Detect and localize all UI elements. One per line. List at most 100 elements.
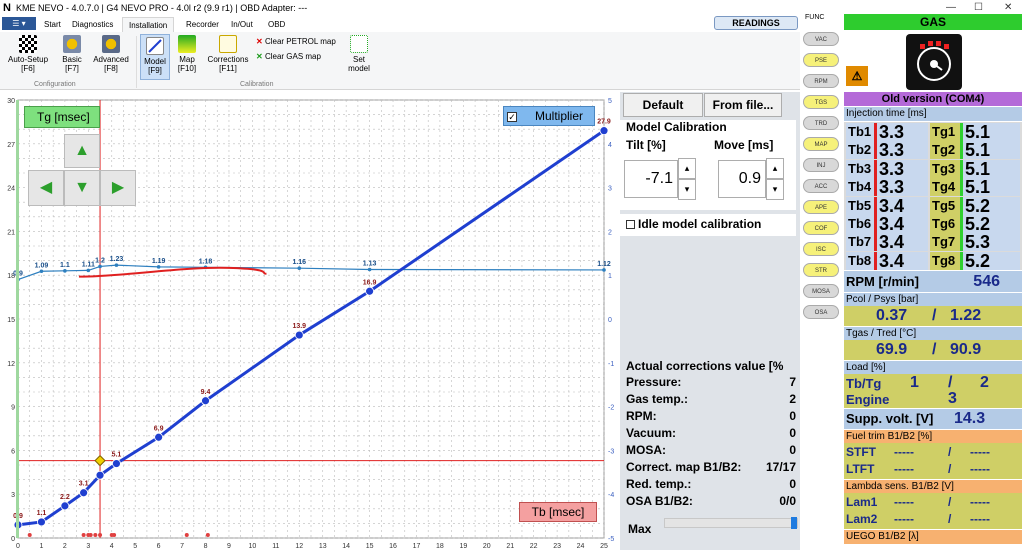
map-icon — [178, 35, 196, 53]
left-tick-label: 30 — [7, 98, 15, 105]
tb-label: Tb6 — [846, 215, 874, 233]
func-button-osa[interactable]: OSA — [803, 305, 839, 319]
func-button-map[interactable]: MAP — [803, 137, 839, 151]
func-button-vac[interactable]: VAC — [803, 32, 839, 46]
pcol-slash: / — [932, 307, 937, 324]
gear-icon — [63, 35, 81, 53]
tab-in-out[interactable]: In/Out — [225, 17, 259, 32]
rpm-label: RPM [r/min] — [846, 274, 919, 289]
clear-petrol-map-button[interactable]: ✕ Clear PETROL map — [256, 37, 336, 46]
tg-label: Tg2 — [930, 141, 960, 160]
map-button[interactable]: Map [F10] — [173, 35, 201, 73]
func-button-str[interactable]: STR — [803, 263, 839, 277]
tab-start[interactable]: Start — [38, 17, 67, 32]
advanced-button[interactable]: Advanced [F8] — [90, 35, 132, 73]
tb-value: 3.3 — [874, 178, 928, 197]
model-button[interactable]: Model [F9] — [140, 34, 170, 80]
x-tick-label: 4 — [110, 543, 114, 550]
stft-slash: / — [948, 445, 952, 459]
set-model-icon — [350, 35, 368, 53]
model-point-label: 6.9 — [154, 425, 164, 432]
gears-icon — [102, 35, 120, 53]
tab-recorder[interactable]: Recorder — [180, 17, 225, 32]
corrections-button[interactable]: Corrections [F11] — [204, 35, 252, 73]
func-button-tgs[interactable]: TGS — [803, 95, 839, 109]
model-chart[interactable]: 30 27 24 21 18 15 12 9 6 3 0 5 4 3 2 1 0 -1 -2 -3 -4 -5 0 1 2 3 4 5… — [0, 92, 620, 550]
tilt-up-button[interactable]: ▴ — [678, 158, 696, 179]
ltft-b2-value: ----- — [970, 462, 990, 476]
model-point — [37, 517, 46, 527]
advanced-key: [F8] — [104, 64, 118, 73]
x-tick-label: 2 — [63, 543, 67, 550]
tab-obd[interactable]: OBD — [262, 17, 291, 32]
multiplier-checkbox[interactable]: ✓ — [507, 112, 517, 122]
func-button-ape[interactable]: APE — [803, 200, 839, 214]
tab-installation[interactable]: Installation — [122, 17, 175, 32]
max-label: Max — [628, 522, 652, 536]
left-tick-label: 6 — [11, 448, 15, 455]
tilt-input[interactable]: -7.1 — [624, 160, 678, 198]
correction-value: 0 — [789, 443, 796, 457]
move-label: Move [ms] — [714, 138, 774, 152]
sample-dot — [93, 533, 98, 537]
arrow-right-button[interactable]: ▶ — [100, 170, 136, 206]
func-button-acc[interactable]: ACC — [803, 179, 839, 193]
from-file-button[interactable]: From file... — [704, 93, 782, 117]
readings-button[interactable]: READINGS — [714, 16, 798, 30]
move-up-button[interactable]: ▴ — [766, 158, 784, 179]
pcol-row: 0.37 / 1.22 — [844, 306, 1022, 326]
func-button-rpm[interactable]: RPM — [803, 74, 839, 88]
lam1-b2-value: ----- — [970, 495, 990, 509]
auto-setup-label: Auto-Setup — [7, 55, 49, 64]
auto-setup-button[interactable]: Auto-Setup [F6] — [4, 35, 52, 73]
model-calibration-title: Model Calibration — [626, 120, 727, 134]
tilt-down-button[interactable]: ▾ — [678, 179, 696, 200]
load-header: Load [%] — [844, 361, 1022, 374]
x-tick-label: 1 — [39, 543, 43, 550]
ribbon-separator — [136, 36, 137, 88]
tb-label: Tb2 — [846, 141, 874, 160]
func-button-inj[interactable]: INJ — [803, 158, 839, 172]
tg-value: 5.2 — [960, 251, 1020, 270]
clear-gas-map-button[interactable]: ✕ Clear GAS map — [256, 52, 321, 61]
lam2-b1-value: ----- — [894, 512, 914, 526]
tb-label: Tb3 — [846, 159, 874, 178]
checkered-flag-icon — [19, 35, 37, 53]
model-point — [599, 126, 609, 136]
x-tick-label: 15 — [366, 543, 374, 550]
file-menu-button[interactable]: ☰ ▾ — [2, 17, 36, 30]
idle-calibration-row[interactable]: Idle model calibration — [620, 214, 796, 236]
max-slider[interactable] — [664, 517, 798, 529]
left-tick-label: 0 — [11, 536, 15, 543]
lam1-b1-value: ----- — [894, 495, 914, 509]
set-model-button[interactable]: Set model — [344, 35, 374, 73]
move-down-button[interactable]: ▾ — [766, 179, 784, 200]
multiplier-point-label: 1.11 — [82, 261, 95, 268]
func-button-isc[interactable]: ISC — [803, 242, 839, 256]
func-button-pse[interactable]: PSE — [803, 53, 839, 67]
tab-diagnostics[interactable]: Diagnostics — [66, 17, 119, 32]
left-tick-label: 9 — [11, 405, 15, 412]
func-button-mosa[interactable]: MOSA — [803, 284, 839, 298]
max-slider-thumb[interactable] — [791, 517, 797, 529]
corrections-label: Corrections — [207, 55, 249, 64]
correction-value: 7 — [789, 375, 796, 389]
x-tick-label: 16 — [389, 543, 397, 550]
multiplier-point-label: 1.1 — [60, 262, 70, 269]
corrections-key: [F11] — [219, 64, 237, 73]
tg-value: 5.2 — [960, 215, 1020, 233]
func-button-cof[interactable]: COF — [803, 221, 839, 235]
arrow-up-button[interactable]: ▲ — [64, 134, 100, 168]
supply-voltage-label: Supp. volt. [V] — [846, 411, 934, 426]
idle-calibration-checkbox[interactable] — [626, 220, 635, 229]
tb-value: 3.3 — [874, 159, 928, 178]
basic-button[interactable]: Basic [F7] — [56, 35, 88, 73]
move-input[interactable]: 0.9 — [718, 160, 766, 198]
arrow-down-button[interactable]: ▼ — [64, 170, 100, 206]
warning-icon[interactable]: ⚠ — [846, 66, 868, 86]
multiplier-toggle[interactable]: ✓ Multiplier — [503, 106, 595, 126]
func-button-trd[interactable]: TRD — [803, 116, 839, 130]
x-tick-label: 21 — [506, 543, 514, 550]
arrow-left-button[interactable]: ◀ — [28, 170, 64, 206]
default-button[interactable]: Default — [623, 93, 703, 117]
